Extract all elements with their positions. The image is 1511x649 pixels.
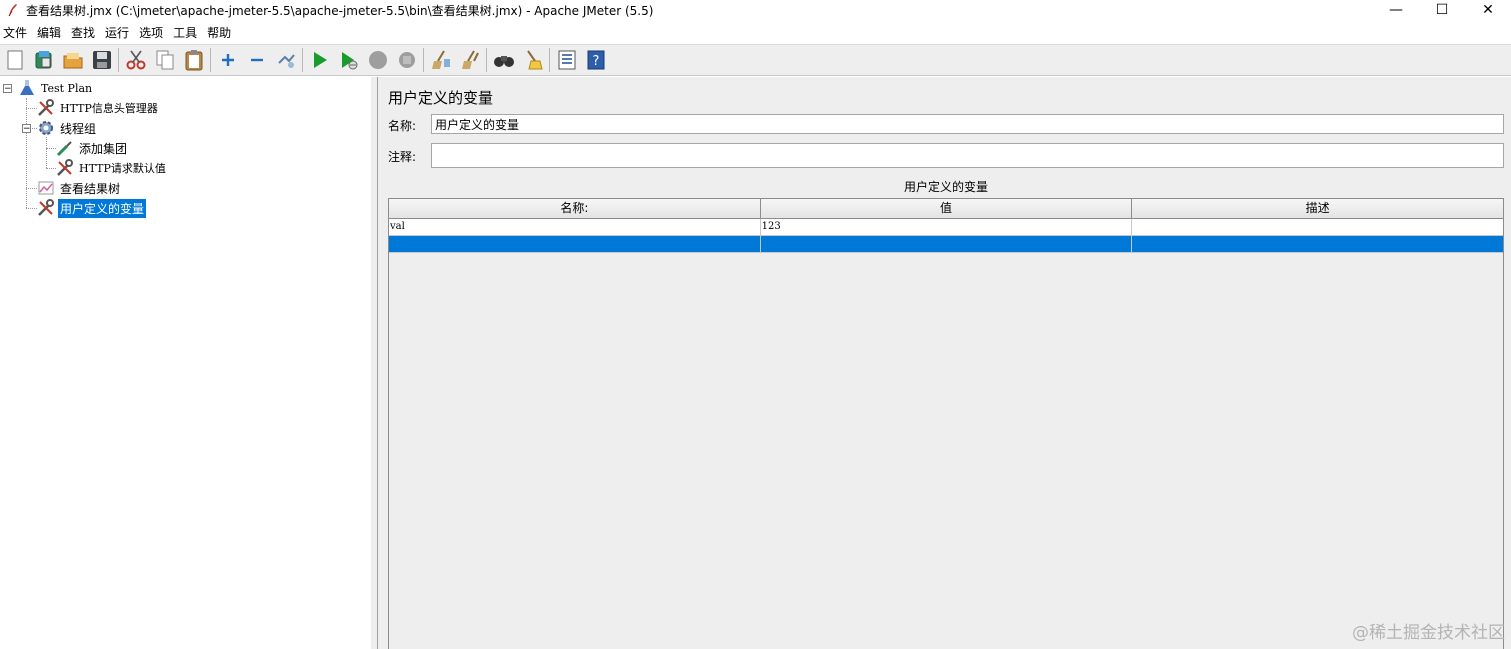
menu-help[interactable]: 帮助 [203,24,237,41]
toggle-icon[interactable] [273,47,298,73]
tree-connector [46,137,47,168]
wrench-icon [37,199,55,217]
templates-icon[interactable] [31,47,56,73]
panel-heading: 用户定义的变量 [388,89,494,107]
tree-item-label: 查看结果树 [60,181,121,196]
tree-connector [26,98,27,208]
name-field[interactable] [431,114,1504,134]
tree-connector [26,188,37,189]
table-row-selected[interactable] [389,236,1503,253]
shutdown-icon[interactable] [394,47,419,73]
help-icon[interactable]: ? [583,47,608,73]
menu-run[interactable]: 运行 [101,24,135,41]
maximize-button[interactable]: ☐ [1419,0,1465,20]
toolbar-separator [210,48,211,72]
open-icon[interactable] [60,47,85,73]
wrench-icon [37,99,55,117]
tree-item-label: 添加集团 [79,141,128,156]
tree-item-test-plan[interactable]: Test Plan [18,78,94,98]
clear-icon[interactable] [428,47,453,73]
tree-connector [46,168,56,169]
comment-label: 注释: [388,150,417,164]
tree-item-view-results-tree[interactable]: 查看结果树 [37,178,122,198]
table-cell-name[interactable] [389,236,761,252]
new-icon[interactable] [2,47,27,73]
tree-item-label: 线程组 [60,121,97,136]
watermark: @稀土掘金技术社区 [1352,623,1505,643]
cut-icon[interactable] [123,47,148,73]
table-cell-description[interactable] [1132,236,1503,252]
table-row[interactable]: val 123 [389,219,1503,236]
window-title: 查看结果树.jmx (C:\jmeter\apache-jmeter-5.5\a… [26,3,654,18]
tree-item-label: HTTP信息头管理器 [60,102,158,115]
start-no-pause-icon[interactable] [336,47,361,73]
reset-search-icon[interactable] [520,47,545,73]
name-label: 名称: [388,119,417,133]
tree-collapse-toggle[interactable]: − [22,124,31,134]
tree-item-add-group[interactable]: 添加集团 [56,138,129,158]
menu-bar: 文件 编辑 查找 运行 选项 工具 帮助 [0,22,1511,42]
paste-icon[interactable] [181,47,206,73]
toolbar-separator [549,48,550,72]
column-header-description[interactable]: 描述 [1132,199,1504,218]
wrench-icon [56,159,74,177]
expand-icon[interactable] [215,47,240,73]
flask-icon [18,79,36,97]
tree-connector [30,128,37,129]
tree-connector [26,108,37,109]
panel-splitter[interactable] [371,77,378,649]
tree-item-thread-group[interactable]: 线程组 [37,118,98,138]
jmeter-feather-icon [4,1,22,19]
toolbar: ? [0,44,1511,76]
close-button[interactable]: ✕ [1465,0,1511,20]
stop-icon[interactable] [365,47,390,73]
column-header-name[interactable]: 名称: [389,199,761,218]
menu-tools[interactable]: 工具 [169,24,203,41]
comment-field[interactable] [431,143,1504,168]
element-editor-panel: 用户定义的变量 名称: 注释: 用户定义的变量 名称: 值 描述 val 123 [378,77,1511,649]
tree-item-label: HTTP请求默认值 [79,162,166,175]
title-bar: 查看结果树.jmx (C:\jmeter\apache-jmeter-5.5\a… [0,0,1511,20]
tree-item-label: 用户定义的变量 [58,198,147,218]
clear-all-icon[interactable] [457,47,482,73]
toolbar-separator [118,48,119,72]
toolbar-separator [302,48,303,72]
copy-icon[interactable] [152,47,177,73]
table-caption: 用户定义的变量 [903,180,988,194]
collapse-icon[interactable] [244,47,269,73]
tree-item-http-header-manager[interactable]: HTTP信息头管理器 [37,98,160,118]
tree-connector [46,148,56,149]
menu-options[interactable]: 选项 [135,24,169,41]
variables-table[interactable]: 名称: 值 描述 val 123 [388,198,1504,649]
menu-edit[interactable]: 编辑 [33,24,67,41]
table-cell-name[interactable]: val [389,219,761,235]
search-icon[interactable] [491,47,516,73]
minimize-button[interactable]: — [1373,0,1419,20]
function-helper-icon[interactable] [554,47,579,73]
table-cell-value[interactable] [761,236,1133,252]
column-header-value[interactable]: 值 [760,199,1133,218]
toolbar-separator [486,48,487,72]
table-cell-value[interactable]: 123 [761,219,1133,235]
table-cell-description[interactable] [1132,219,1503,235]
tree-item-http-request-defaults[interactable]: HTTP请求默认值 [56,158,168,178]
tree-collapse-toggle[interactable]: − [3,84,12,94]
toolbar-separator [423,48,424,72]
pipette-icon [56,139,74,157]
svg-text:?: ? [592,54,599,69]
graph-icon [37,179,55,197]
save-icon[interactable] [89,47,114,73]
test-plan-tree[interactable]: − − Test Plan HTTP信息头管理器 线程组 添加集团 HTTP请求… [0,77,372,649]
start-icon[interactable] [307,47,332,73]
tree-item-user-defined-variables[interactable]: 用户定义的变量 [37,198,147,218]
tree-connector [26,208,37,209]
menu-search[interactable]: 查找 [67,24,101,41]
tree-item-label: Test Plan [41,81,93,95]
table-header: 名称: 值 描述 [389,199,1504,219]
menu-file[interactable]: 文件 [0,24,33,41]
gear-icon [37,119,55,137]
